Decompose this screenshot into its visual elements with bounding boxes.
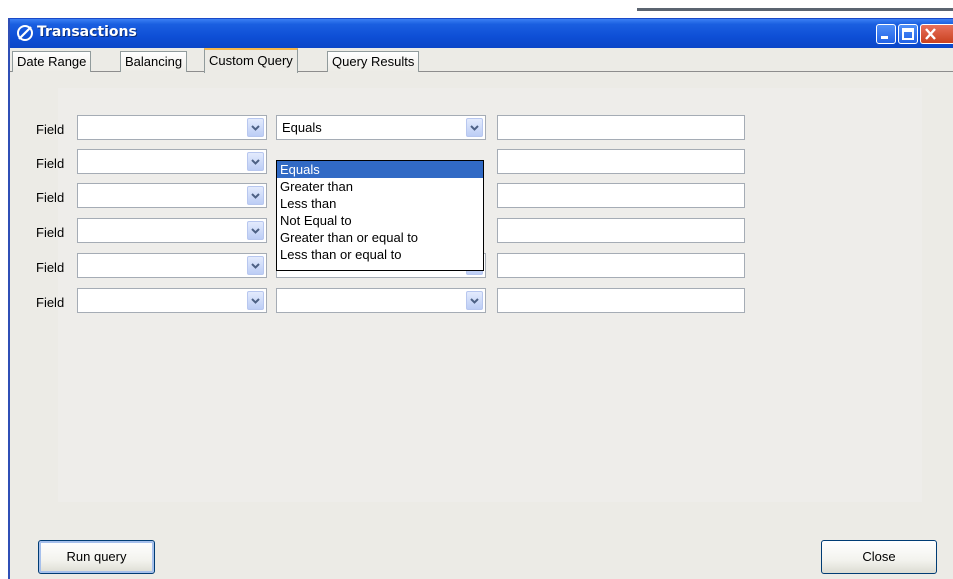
window-title: Transactions [37,24,137,40]
title-bar[interactable]: Transactions [10,18,953,48]
transactions-window: Transactions Date Range Balancing Custom… [8,18,953,579]
value-input[interactable] [497,253,745,278]
dropdown-option[interactable]: Equals [277,161,483,178]
field-select[interactable] [77,253,267,278]
run-query-button[interactable]: Run query [38,540,155,574]
operator-select[interactable] [276,288,486,313]
field-label: Field [36,225,65,240]
dropdown-option[interactable]: Greater than [277,178,483,195]
field-label: Field [36,156,65,171]
minimize-button[interactable] [876,24,896,44]
tab-strip: Date Range Balancing Custom Query Query … [10,48,953,73]
chevron-down-icon[interactable] [247,186,264,205]
field-select[interactable] [77,218,267,243]
field-label: Field [36,122,65,137]
value-input[interactable] [497,218,745,243]
tab-date-range[interactable]: Date Range [12,51,92,72]
field-label: Field [36,190,65,205]
chevron-down-icon[interactable] [247,256,264,275]
dropdown-option[interactable]: Less than or equal to [277,246,483,263]
custom-query-panel: Field Equals Field Field Field Field Fie… [10,72,953,579]
close-button[interactable]: Close [821,540,937,574]
chevron-down-icon[interactable] [247,152,264,171]
field-select[interactable] [77,115,267,140]
chevron-down-icon[interactable] [247,118,264,137]
background-strip [0,18,7,579]
chevron-down-icon[interactable] [247,221,264,240]
value-input[interactable] [497,149,745,174]
tab-query-results[interactable]: Query Results [327,51,420,72]
dropdown-option[interactable]: Less than [277,195,483,212]
background-window-edge [637,8,953,11]
chevron-down-icon[interactable] [466,118,483,137]
operator-select[interactable]: Equals [276,115,486,140]
field-label: Field [36,295,65,310]
dropdown-option[interactable]: Greater than or equal to [277,229,483,246]
app-icon [16,24,34,42]
dropdown-option[interactable]: Not Equal to [277,212,483,229]
field-select[interactable] [77,149,267,174]
value-input[interactable] [497,183,745,208]
close-window-button[interactable] [920,24,953,44]
operator-dropdown-list[interactable]: Equals Greater than Less than Not Equal … [276,160,484,271]
value-input[interactable] [497,115,745,140]
value-input[interactable] [497,288,745,313]
field-select[interactable] [77,288,267,313]
chevron-down-icon[interactable] [466,291,483,310]
field-label: Field [36,260,65,275]
maximize-button[interactable] [898,24,918,44]
tab-balancing[interactable]: Balancing [120,51,188,72]
tab-custom-query[interactable]: Custom Query [204,48,298,73]
field-select[interactable] [77,183,267,208]
chevron-down-icon[interactable] [247,291,264,310]
